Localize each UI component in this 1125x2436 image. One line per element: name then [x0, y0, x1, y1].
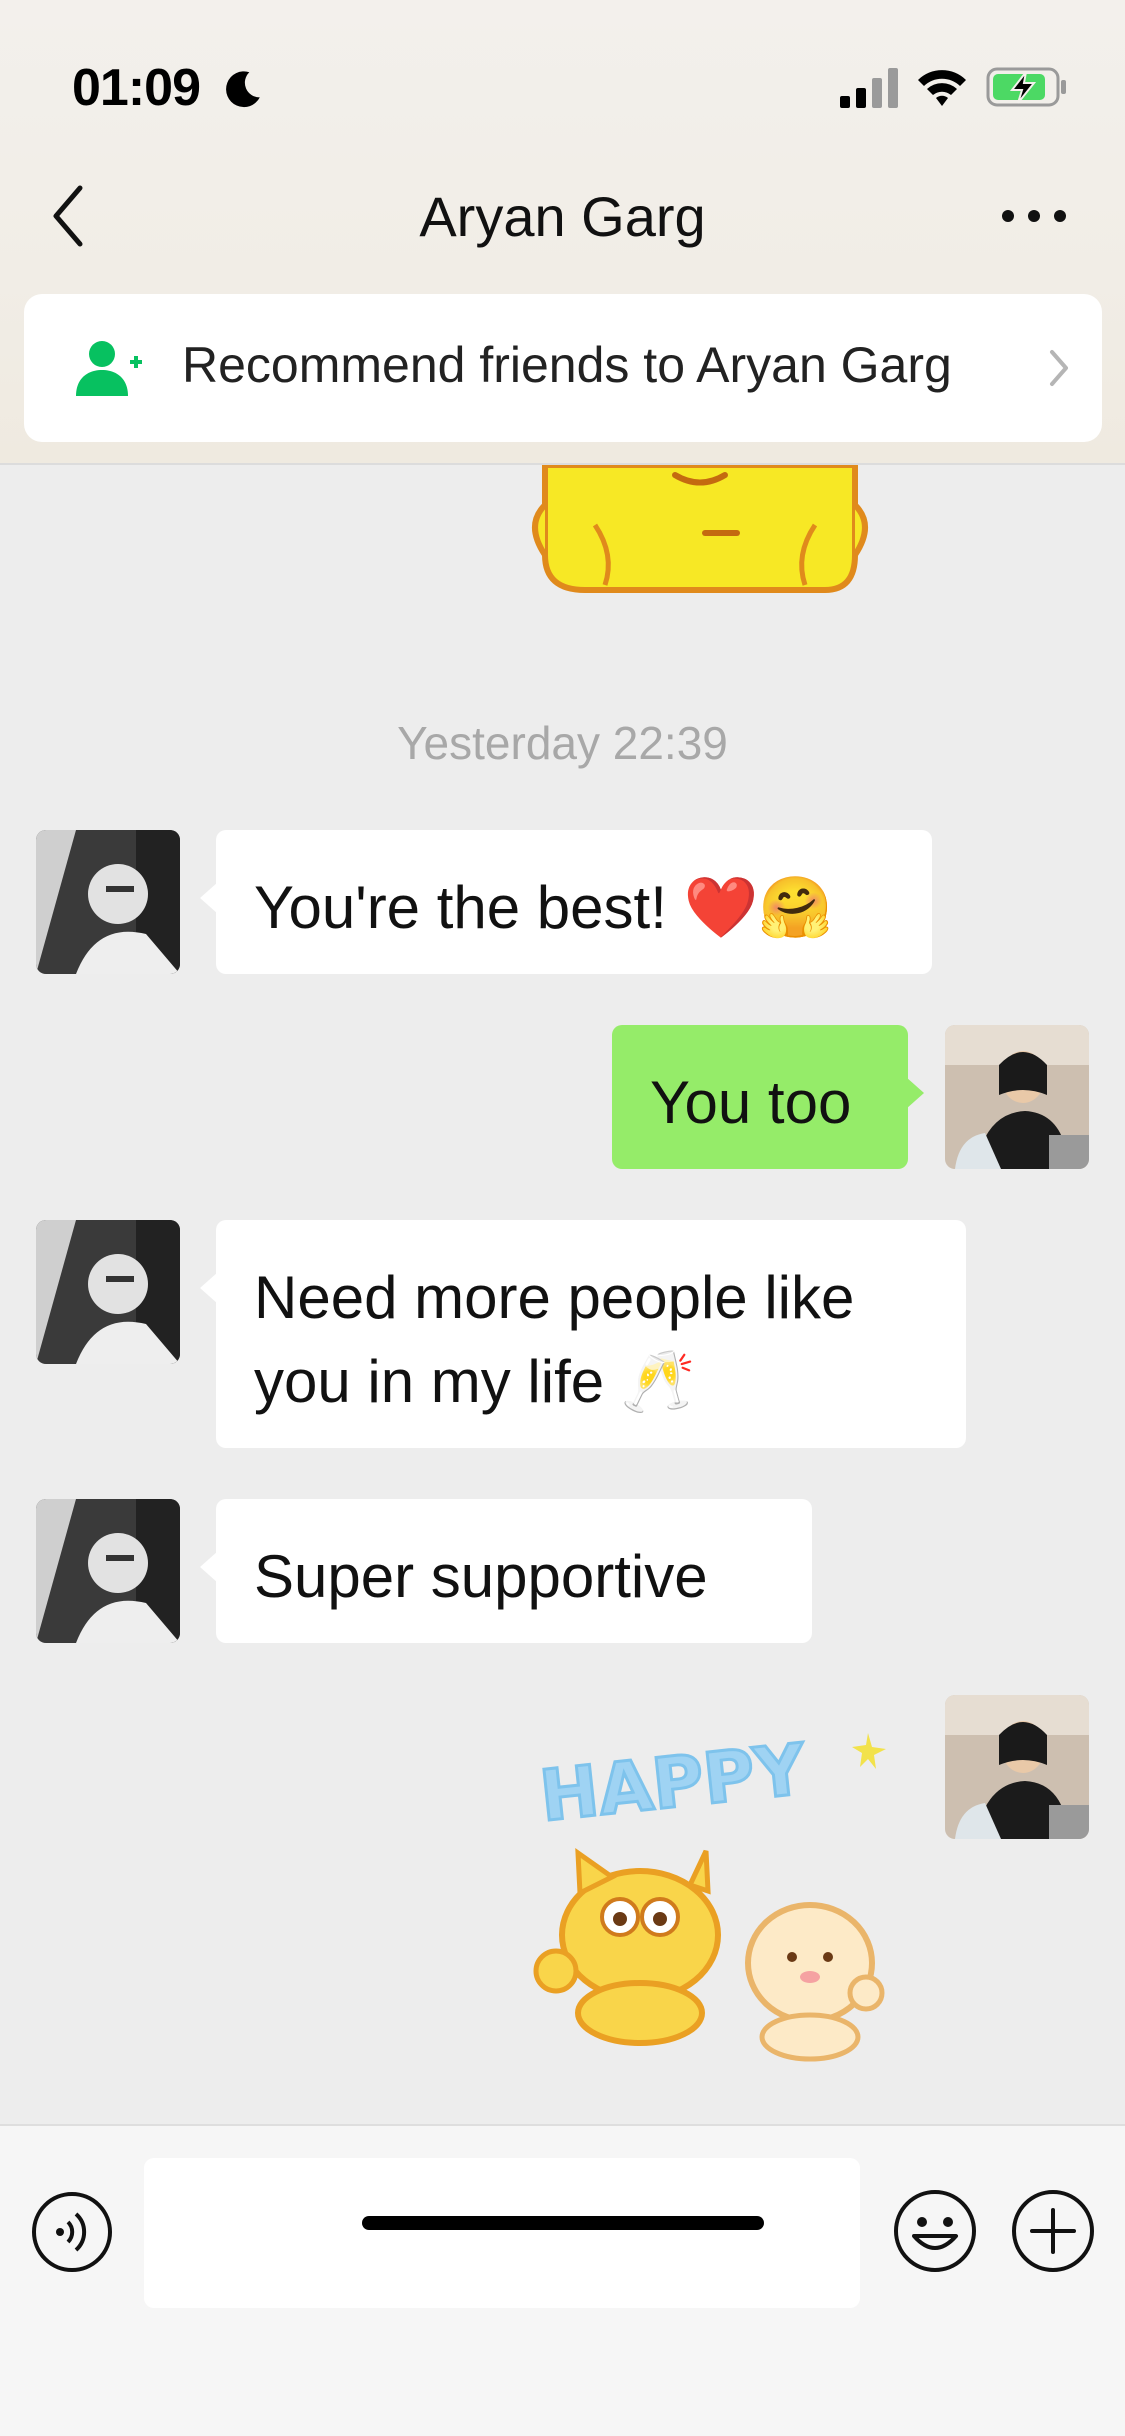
- recommend-friends-banner[interactable]: Recommend friends to Aryan Garg: [24, 294, 1102, 442]
- sticker-chick[interactable]: [525, 465, 875, 595]
- emoji-icon[interactable]: [892, 2188, 978, 2274]
- status-time: 01:09: [72, 59, 201, 117]
- signal-icon: [840, 68, 898, 108]
- message-line: Need more people like: [254, 1264, 855, 1331]
- battery-charging-icon: [986, 67, 1066, 107]
- message-text: You're the best!: [254, 874, 667, 941]
- contact-avatar[interactable]: [36, 1220, 180, 1364]
- plus-icon[interactable]: [1010, 2188, 1096, 2274]
- chat-title: Aryan Garg: [419, 185, 706, 248]
- message-timestamp: Yesterday 22:39: [397, 717, 728, 769]
- message-text: Super supportive: [254, 1543, 708, 1610]
- contact-avatar[interactable]: [36, 1499, 180, 1643]
- home-indicator: [362, 2216, 764, 2230]
- message-bubble-incoming[interactable]: You're the best! ❤️🤗: [200, 830, 932, 974]
- message-line: you in my life: [254, 1348, 605, 1415]
- message-bubble-incoming[interactable]: Need more people like you in my life 🥂: [200, 1220, 966, 1448]
- recommend-label: Recommend friends to Aryan Garg: [182, 337, 952, 393]
- message-text: You too: [650, 1069, 852, 1136]
- header-area: 01:09 Aryan Garg Recommend friends to Ar…: [0, 0, 1125, 465]
- moon-icon: [226, 71, 260, 108]
- my-avatar[interactable]: [945, 1695, 1089, 1839]
- message-bubble-outgoing[interactable]: You too: [612, 1025, 924, 1169]
- contact-avatar[interactable]: [36, 830, 180, 974]
- message-emojis: 🥂: [620, 1347, 696, 1417]
- wifi-icon: [918, 70, 966, 106]
- message-bubble-incoming[interactable]: Super supportive: [200, 1499, 812, 1643]
- my-avatar[interactable]: [945, 1025, 1089, 1169]
- more-icon[interactable]: [998, 196, 1070, 236]
- voice-icon[interactable]: [30, 2190, 114, 2274]
- chevron-right-icon: [1050, 350, 1068, 386]
- message-emojis: ❤️🤗: [683, 873, 833, 943]
- input-bar: [0, 2124, 1125, 2436]
- add-friend-icon: [76, 341, 142, 396]
- sticker-happy-cats[interactable]: HAPPY: [520, 1725, 900, 2065]
- sticker-text: HAPPY: [536, 1728, 810, 1837]
- message-input[interactable]: [144, 2158, 860, 2308]
